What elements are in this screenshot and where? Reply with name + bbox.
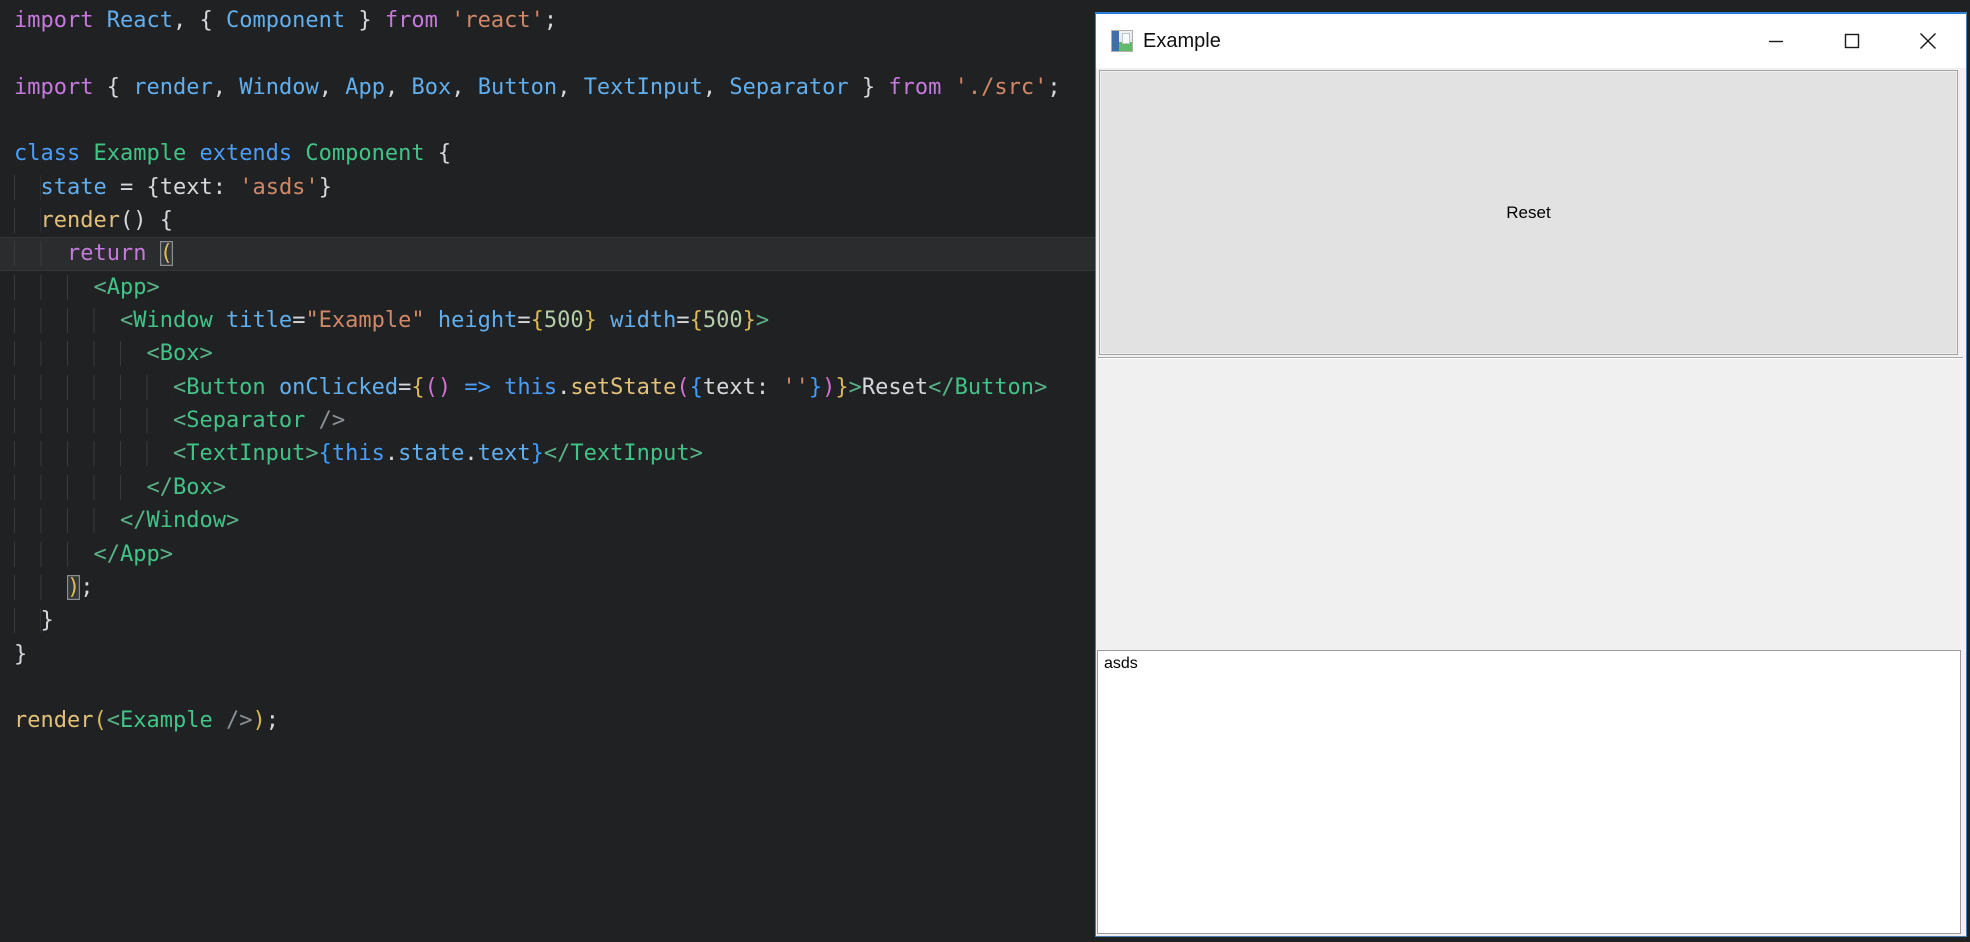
code-line[interactable]: render(<Example />); bbox=[0, 704, 1095, 737]
caption-buttons bbox=[1738, 14, 1966, 68]
indent-guide bbox=[14, 542, 93, 567]
indent-guide bbox=[14, 175, 41, 200]
reset-button-label: Reset bbox=[1506, 203, 1550, 223]
indent-guide bbox=[14, 508, 120, 533]
code-line[interactable]: state = {text: 'asds'} bbox=[0, 171, 1095, 204]
indent-guide bbox=[14, 408, 173, 433]
code-line[interactable] bbox=[0, 104, 1095, 137]
window-title: Example bbox=[1143, 30, 1221, 53]
indent-guide bbox=[14, 241, 67, 266]
indent-guide bbox=[14, 441, 173, 466]
indent-guide bbox=[14, 341, 146, 366]
code-line[interactable]: } bbox=[0, 604, 1095, 637]
close-icon bbox=[1919, 32, 1937, 50]
text-input[interactable]: asds bbox=[1097, 650, 1961, 934]
code-line[interactable]: <Separator /> bbox=[0, 404, 1095, 437]
code-line[interactable]: <App> bbox=[0, 271, 1095, 304]
maximize-button[interactable] bbox=[1814, 14, 1890, 68]
code-lines: import React, { Component } from 'react'… bbox=[0, 4, 1095, 738]
window-content: Reset asds bbox=[1096, 68, 1966, 936]
code-line[interactable]: ); bbox=[0, 571, 1095, 604]
minimize-icon bbox=[1768, 33, 1784, 49]
code-line[interactable]: </App> bbox=[0, 538, 1095, 571]
code-line[interactable]: </Box> bbox=[0, 471, 1095, 504]
close-button[interactable] bbox=[1890, 14, 1966, 68]
code-line[interactable]: import React, { Component } from 'react'… bbox=[0, 4, 1095, 37]
indent-guide bbox=[14, 208, 41, 233]
code-line[interactable]: render() { bbox=[0, 204, 1095, 237]
maximize-icon bbox=[1844, 33, 1860, 49]
code-editor[interactable]: import React, { Component } from 'react'… bbox=[0, 0, 1095, 942]
code-line[interactable]: </Window> bbox=[0, 504, 1095, 537]
app-icon bbox=[1111, 30, 1133, 52]
window-titlebar[interactable]: Example bbox=[1096, 14, 1966, 68]
bracket-match: ) bbox=[67, 575, 80, 600]
code-line[interactable]: <Window title="Example" height={500} wid… bbox=[0, 304, 1095, 337]
code-line[interactable] bbox=[0, 37, 1095, 70]
code-line[interactable]: } bbox=[0, 638, 1095, 671]
bracket-match: ( bbox=[160, 241, 173, 266]
indent-guide bbox=[14, 275, 93, 300]
indent-guide bbox=[14, 575, 67, 600]
indent-guide bbox=[14, 308, 120, 333]
code-line[interactable]: return ( bbox=[0, 237, 1095, 270]
indent-guide bbox=[14, 475, 146, 500]
code-line[interactable]: class Example extends Component { bbox=[0, 137, 1095, 170]
example-window: Example Reset asds bbox=[1095, 12, 1967, 937]
indent-guide bbox=[14, 608, 41, 633]
code-line[interactable]: <Button onClicked={() => this.setState({… bbox=[0, 371, 1095, 404]
code-line[interactable] bbox=[0, 671, 1095, 704]
indent-guide bbox=[14, 375, 173, 400]
code-line[interactable]: <Box> bbox=[0, 337, 1095, 370]
reset-button[interactable]: Reset bbox=[1099, 70, 1958, 355]
code-line[interactable]: <TextInput>{this.state.text}</TextInput> bbox=[0, 437, 1095, 470]
separator-line bbox=[1098, 357, 1963, 359]
minimize-button[interactable] bbox=[1738, 14, 1814, 68]
code-line[interactable]: import { render, Window, App, Box, Butto… bbox=[0, 71, 1095, 104]
